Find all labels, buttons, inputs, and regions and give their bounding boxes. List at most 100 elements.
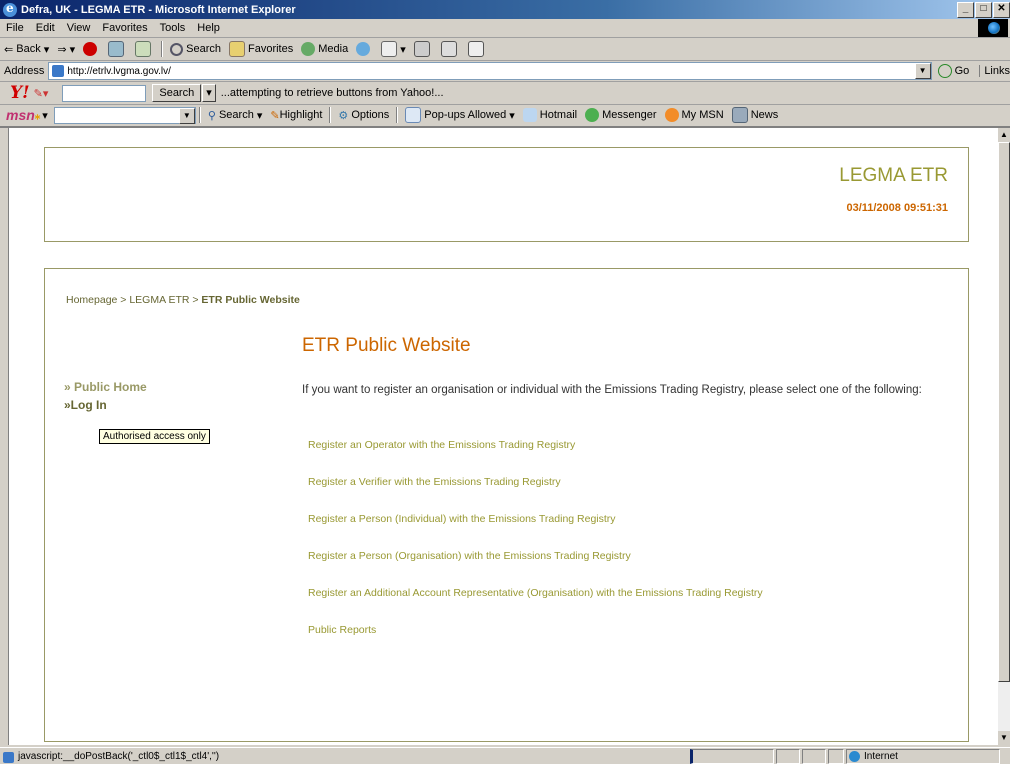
link-register-additional-representative[interactable]: Register an Additional Account Represent…	[308, 587, 763, 624]
link-register-verifier[interactable]: Register a Verifier with the Emissions T…	[308, 476, 763, 513]
links-button[interactable]: Links	[979, 65, 1010, 77]
scroll-thumb[interactable]	[998, 142, 1010, 682]
menu-file[interactable]: File	[0, 22, 30, 34]
toolbar-separator	[198, 107, 201, 123]
msn-search-dropdown-icon[interactable]: ▼	[178, 107, 195, 124]
options-icon: ⚙	[338, 109, 352, 122]
yahoo-toolbar: Y! ✎▾ Search ▾ ...attempting to retrieve…	[0, 82, 1010, 105]
msn-search-button[interactable]: ⚲ Search ▾	[204, 109, 267, 122]
msn-search-input[interactable]: ▼	[53, 106, 196, 124]
mail-button[interactable]: ▾	[377, 41, 410, 57]
msn-news-button[interactable]: News	[728, 107, 783, 123]
msn-highlight-button[interactable]: ✎ Highlight	[266, 109, 326, 122]
toolbar-separator	[396, 107, 399, 123]
yahoo-logo-icon[interactable]: Y!	[10, 83, 30, 103]
scroll-up-icon[interactable]: ▲	[998, 128, 1010, 142]
link-register-operator[interactable]: Register an Operator with the Emissions …	[308, 439, 763, 476]
toolbar-separator	[161, 41, 164, 57]
yahoo-status-text: ...attempting to retrieve buttons from Y…	[220, 87, 444, 99]
breadcrumb-separator: >	[117, 294, 130, 306]
msn-popups-button[interactable]: Pop-ups Allowed ▾	[401, 107, 519, 123]
menu-favorites[interactable]: Favorites	[96, 22, 153, 34]
messenger-icon	[585, 108, 600, 122]
back-button[interactable]: ⇐ Back ▾	[0, 43, 53, 56]
back-dropdown-icon[interactable]: ▾	[41, 43, 50, 56]
nav-public-home[interactable]: » Public Home	[64, 380, 147, 394]
yahoo-pencil-icon[interactable]: ✎▾	[34, 87, 49, 100]
favorites-icon	[228, 41, 245, 57]
msn-options-label: Options	[351, 109, 390, 121]
address-dropdown-icon[interactable]: ▼	[914, 63, 931, 79]
status-message: javascript:__doPostBack('_ctl0$_ctl1$_ct…	[0, 751, 688, 763]
minimize-button[interactable]: _	[957, 2, 974, 18]
left-navigation: » Public Home »Log In	[64, 380, 147, 416]
msn-options-button[interactable]: ⚙ Options	[334, 109, 393, 122]
msn-highlight-label: Highlight	[279, 109, 323, 121]
address-url: http://etrlv.lvgma.gov.lv/	[67, 65, 171, 77]
address-input[interactable]: http://etrlv.lvgma.gov.lv/ ▼	[48, 62, 932, 80]
status-cell	[776, 748, 800, 764]
go-label: Go	[954, 65, 970, 77]
edit-button[interactable]	[437, 41, 464, 57]
search-icon	[170, 42, 184, 56]
window-title-bar: Defra, UK - LEGMA ETR - Microsoft Intern…	[0, 0, 1010, 19]
security-zone: Internet	[846, 748, 1000, 764]
msn-mymsn-button[interactable]: My MSN	[661, 108, 728, 122]
print-button[interactable]	[410, 41, 437, 57]
breadcrumb-home-link[interactable]: Homepage	[66, 294, 117, 306]
site-name: LEGMA ETR	[839, 165, 948, 186]
forward-arrow-icon: ⇒ ▾	[57, 43, 76, 56]
internet-explorer-icon	[3, 1, 17, 17]
menu-tools[interactable]: Tools	[154, 22, 192, 34]
msn-dropdown-icon[interactable]: ▾	[42, 109, 48, 122]
breadcrumb: Homepage > LEGMA ETR > ETR Public Websit…	[66, 294, 300, 306]
popup-blocker-icon	[405, 107, 422, 123]
yahoo-dropdown-icon[interactable]: ▾	[202, 84, 216, 102]
forward-button[interactable]: ⇒ ▾	[53, 43, 79, 56]
home-icon	[135, 41, 152, 57]
discuss-button[interactable]	[464, 41, 491, 57]
link-register-person-individual[interactable]: Register a Person (Individual) with the …	[308, 513, 763, 550]
media-button[interactable]: Media	[297, 42, 352, 56]
my-msn-icon	[664, 108, 679, 122]
msn-messenger-label: Messenger	[602, 109, 657, 121]
vertical-scrollbar[interactable]: ▲ ▼	[998, 128, 1010, 745]
windows-logo-icon	[978, 19, 1008, 37]
link-public-reports[interactable]: Public Reports	[308, 624, 763, 661]
news-icon	[731, 107, 748, 123]
msn-hotmail-button[interactable]: Hotmail	[519, 108, 581, 122]
stop-button[interactable]	[79, 42, 104, 56]
maximize-button[interactable]: □	[975, 2, 992, 18]
msn-news-label: News	[750, 109, 779, 121]
yahoo-search-input[interactable]	[62, 84, 147, 102]
go-button[interactable]: Go	[937, 64, 970, 78]
print-icon	[413, 41, 430, 57]
media-label: Media	[318, 43, 349, 55]
link-register-person-organisation[interactable]: Register a Person (Organisation) with th…	[308, 550, 763, 587]
yahoo-search-button[interactable]: Search	[152, 84, 202, 102]
msn-logo[interactable]: msn	[6, 107, 35, 123]
history-icon	[356, 42, 371, 56]
menu-edit[interactable]: Edit	[30, 22, 61, 34]
msn-messenger-button[interactable]: Messenger	[581, 108, 660, 122]
status-bar: javascript:__doPostBack('_ctl0$_ctl1$_ct…	[0, 747, 1010, 764]
progress-cell	[690, 748, 774, 764]
search-button[interactable]: Search	[166, 42, 225, 56]
refresh-button[interactable]	[104, 41, 131, 57]
nav-log-in[interactable]: »Log In	[64, 398, 147, 412]
menu-bar: File Edit View Favorites Tools Help	[0, 19, 1010, 38]
window-title: Defra, UK - LEGMA ETR - Microsoft Intern…	[21, 3, 296, 16]
toolbar-separator	[329, 107, 332, 123]
history-button[interactable]	[352, 42, 377, 56]
home-button[interactable]	[131, 41, 158, 57]
back-arrow-icon: ⇐	[4, 43, 17, 56]
msn-butterfly-icon: ⁎	[34, 109, 41, 122]
scroll-down-icon[interactable]: ▼	[998, 731, 1010, 745]
favorites-button[interactable]: Favorites	[225, 41, 297, 57]
breadcrumb-section-link[interactable]: LEGMA ETR	[129, 294, 189, 306]
search-label: Search	[186, 43, 221, 55]
menu-help[interactable]: Help	[191, 22, 226, 34]
menu-view[interactable]: View	[61, 22, 97, 34]
breadcrumb-current: ETR Public Website	[201, 294, 300, 306]
close-button[interactable]: ✕	[993, 2, 1010, 18]
